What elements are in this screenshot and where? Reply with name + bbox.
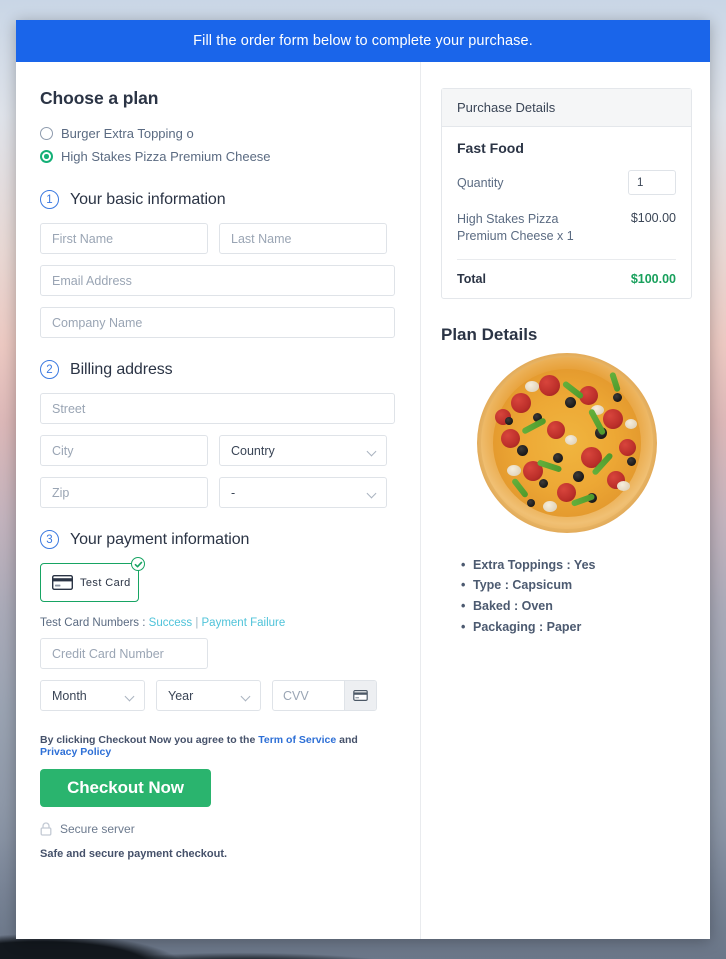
check-circle-icon <box>131 557 145 571</box>
checkout-now-button[interactable]: Checkout Now <box>40 769 211 807</box>
test-card-separator: | <box>192 617 202 629</box>
safe-payment-note: Safe and secure payment checkout. <box>40 848 228 860</box>
plan-feature-list: Extra Toppings : Yes Type : Capsicum Bak… <box>441 555 692 638</box>
zip-state-row <box>40 477 396 508</box>
purchase-details-body: Fast Food Quantity High Stakes Pizza Pre… <box>442 127 691 298</box>
country-select-wrapper[interactable] <box>219 435 387 466</box>
list-item: Extra Toppings : Yes <box>461 555 692 576</box>
city-country-row <box>40 435 396 466</box>
plan-image-wrapper <box>441 352 692 533</box>
plan-options-group: Burger Extra Topping o High Stakes Pizza… <box>40 122 396 168</box>
cvv-group[interactable] <box>272 680 377 711</box>
state-select-wrapper[interactable] <box>219 477 387 508</box>
payment-method-test-card[interactable]: Test Card <box>40 557 145 602</box>
total-row: Total $100.00 <box>457 260 676 286</box>
step-number-2: 2 <box>40 360 59 379</box>
line-item-row: High Stakes Pizza Premium Cheese x 1 $10… <box>457 211 676 260</box>
step-number-1: 1 <box>40 190 59 209</box>
radio-icon-burger[interactable] <box>40 127 53 140</box>
plan-option-burger[interactable]: Burger Extra Topping o <box>40 122 396 145</box>
list-item: Packaging : Paper <box>461 617 692 638</box>
first-name-input[interactable] <box>40 223 208 254</box>
step-number-3: 3 <box>40 530 59 549</box>
purchase-details-panel: Purchase Details Fast Food Quantity High… <box>441 88 692 299</box>
plan-option-burger-label: Burger Extra Topping o <box>61 126 194 141</box>
order-form-column: Choose a plan Burger Extra Topping o Hig… <box>16 62 421 939</box>
payment-method-label: Test Card <box>80 576 131 589</box>
last-name-input[interactable] <box>219 223 387 254</box>
email-field[interactable] <box>40 265 395 296</box>
quantity-input[interactable] <box>628 170 676 195</box>
test-card-success-link[interactable]: Success <box>149 617 192 629</box>
line-item-name: High Stakes Pizza Premium Cheese x 1 <box>457 212 574 243</box>
expiry-month-select[interactable] <box>40 680 145 711</box>
plan-option-pizza[interactable]: High Stakes Pizza Premium Cheese <box>40 145 396 168</box>
email-field-row <box>40 265 396 296</box>
city-input[interactable] <box>40 435 208 466</box>
banner-text: Fill the order form below to complete yo… <box>193 33 533 49</box>
street-input[interactable] <box>40 393 395 424</box>
test-card-numbers-prefix: Test Card Numbers : <box>40 617 149 629</box>
step-label-1: Your basic information <box>70 190 226 208</box>
pizza-image <box>476 352 657 533</box>
name-field-row <box>40 223 396 254</box>
purchase-details-header: Purchase Details <box>442 89 691 127</box>
step-label-2: Billing address <box>70 360 173 378</box>
step-label-3: Your payment information <box>70 530 250 548</box>
plan-option-pizza-label: High Stakes Pizza Premium Cheese <box>61 149 271 164</box>
total-value: $100.00 <box>630 271 676 286</box>
summary-column: Purchase Details Fast Food Quantity High… <box>421 62 710 939</box>
zip-input[interactable] <box>40 477 208 508</box>
state-select[interactable] <box>219 477 387 508</box>
lock-icon <box>40 822 52 836</box>
secure-server-label: Secure server <box>60 822 135 836</box>
choose-plan-heading: Choose a plan <box>40 88 159 108</box>
card-body: Choose a plan Burger Extra Topping o Hig… <box>16 62 710 939</box>
product-title: Fast Food <box>457 140 524 156</box>
list-item: Type : Capsicum <box>461 575 692 596</box>
company-field-row <box>40 307 396 338</box>
company-name-input[interactable] <box>40 307 395 338</box>
terms-of-service-link[interactable]: Term of Service <box>258 734 336 746</box>
expiry-cvv-row <box>40 680 396 711</box>
test-card-numbers-row: Test Card Numbers : Success | Payment Fa… <box>40 617 396 629</box>
line-item-price: $100.00 <box>630 211 676 225</box>
page-banner: Fill the order form below to complete yo… <box>16 20 710 62</box>
step-basic-information: 1 Your basic information <box>40 190 396 209</box>
terms-prefix: By clicking Checkout Now you agree to th… <box>40 734 259 746</box>
quantity-row: Quantity <box>457 170 676 195</box>
cvv-card-icon <box>344 681 376 710</box>
checkout-card: Fill the order form below to complete yo… <box>16 20 710 939</box>
year-select-wrapper[interactable] <box>156 680 261 711</box>
secure-server-row: Secure server <box>40 822 396 836</box>
step-billing-address: 2 Billing address <box>40 360 396 379</box>
street-field-row <box>40 393 396 424</box>
radio-icon-pizza[interactable] <box>40 150 53 163</box>
month-select-wrapper[interactable] <box>40 680 145 711</box>
credit-card-icon <box>52 575 73 590</box>
card-number-row <box>40 638 396 669</box>
quantity-label: Quantity <box>457 175 504 190</box>
credit-card-number-input[interactable] <box>40 638 208 669</box>
privacy-policy-link[interactable]: Privacy Policy <box>40 746 111 758</box>
expiry-year-select[interactable] <box>156 680 261 711</box>
terms-text: By clicking Checkout Now you agree to th… <box>40 734 396 758</box>
list-item: Baked : Oven <box>461 596 692 617</box>
plan-details-heading: Plan Details <box>441 324 538 344</box>
country-select[interactable] <box>219 435 387 466</box>
terms-mid: and <box>336 734 358 746</box>
test-card-failure-link[interactable]: Payment Failure <box>202 617 286 629</box>
step-payment-information: 3 Your payment information <box>40 530 396 549</box>
total-label: Total <box>457 271 486 286</box>
cvv-input[interactable] <box>273 681 344 710</box>
